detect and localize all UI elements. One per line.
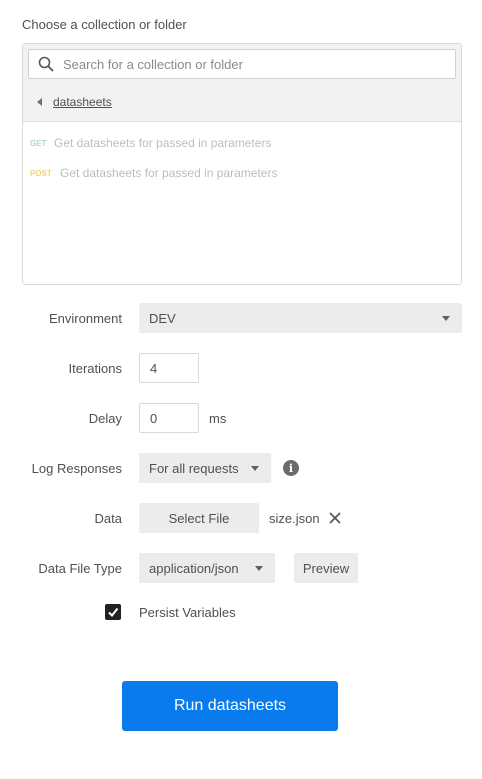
delay-input[interactable] [139,403,199,433]
method-badge-get: GET [30,138,47,148]
delay-unit: ms [209,410,227,426]
log-responses-select[interactable]: For all requests [139,453,271,483]
chevron-down-icon [251,466,259,471]
select-file-button[interactable]: Select File [139,503,259,533]
request-name: Get datasheets for passed in parameters [54,136,272,150]
info-icon[interactable]: i [283,460,299,476]
environment-row: Environment DEV [0,303,482,333]
persist-variables-checkbox[interactable] [105,604,121,620]
iterations-row: Iterations [0,353,482,383]
breadcrumb: datasheets [37,95,112,109]
request-name: Get datasheets for passed in parameters [60,166,278,180]
iterations-input[interactable] [139,353,199,383]
data-file-type-label: Data File Type [38,560,122,576]
breadcrumb-link-datasheets[interactable]: datasheets [53,95,112,109]
back-arrow-icon[interactable] [37,98,42,106]
iterations-label: Iterations [68,360,122,376]
chevron-down-icon [255,566,263,571]
list-item[interactable]: POST Get datasheets for passed in parame… [23,158,461,188]
collection-panel: datasheets GET Get datasheets for passed… [22,43,462,285]
search-icon [29,50,63,78]
method-badge-post: POST [30,168,52,178]
data-label: Data [94,510,122,526]
environment-value: DEV [149,310,176,326]
environment-label: Environment [49,310,122,326]
data-file-type-value: application/json [149,560,239,576]
close-icon[interactable] [328,511,342,525]
preview-button[interactable]: Preview [294,553,358,583]
data-filename: size.json [269,510,320,526]
delay-label: Delay [88,410,122,426]
environment-select[interactable]: DEV [139,303,462,333]
delay-row: Delay ms [0,403,482,433]
log-responses-label: Log Responses [31,460,122,476]
collection-heading: Choose a collection or folder [22,17,187,32]
persist-variables-label: Persist Variables [139,604,236,620]
data-file-type-select[interactable]: application/json [139,553,275,583]
list-item[interactable]: GET Get datasheets for passed in paramet… [23,128,461,158]
log-responses-row: Log Responses For all requests i [0,453,482,483]
chevron-down-icon [442,316,450,321]
data-row: Data Select File size.json [0,503,482,533]
persist-variables-row: Persist Variables [0,597,482,627]
request-list: GET Get datasheets for passed in paramet… [23,122,461,188]
search-box[interactable] [28,49,456,79]
collection-panel-header: datasheets [23,44,461,122]
run-button[interactable]: Run datasheets [122,681,338,731]
log-responses-value: For all requests [149,460,239,476]
data-file-type-row: Data File Type application/json Preview [0,553,482,583]
search-input[interactable] [63,51,455,77]
